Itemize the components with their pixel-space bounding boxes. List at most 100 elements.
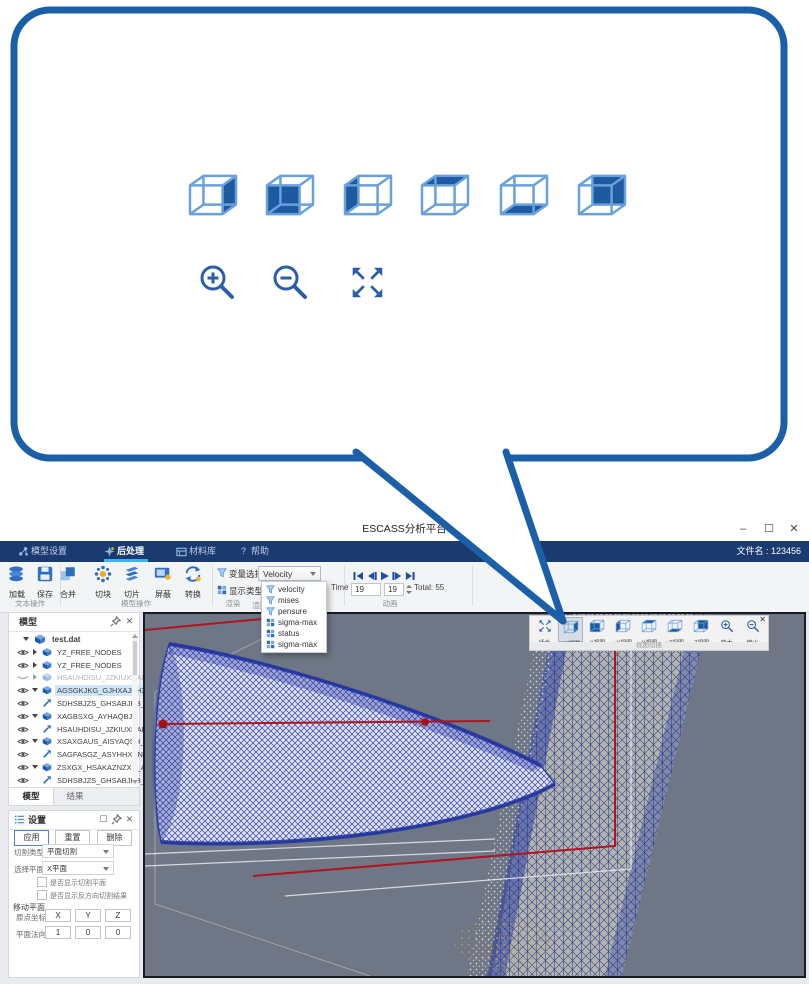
expander-icon[interactable] (33, 674, 37, 680)
slice-button[interactable]: 切片 (117, 565, 147, 600)
dropdown-item[interactable]: mises (262, 595, 326, 606)
tree-close-icon[interactable]: ✕ (124, 616, 135, 627)
scrollbar-thumb[interactable] (133, 641, 137, 675)
normal-y-input[interactable] (75, 926, 101, 939)
menu-help[interactable]: 帮助 (251, 541, 269, 562)
tree-item[interactable]: YZ_FREE_NODES (9, 646, 139, 659)
tab-model[interactable]: 模型 (9, 788, 54, 805)
time-input[interactable] (351, 583, 381, 596)
dropdown-item[interactable]: velocity (262, 584, 326, 595)
minus-z-view-button[interactable]: -Z视图 (688, 617, 713, 642)
minimize-button[interactable]: – (733, 518, 753, 541)
visibility-eye-icon[interactable] (17, 776, 29, 785)
visibility-eye-icon[interactable] (17, 763, 29, 772)
tree-item-label[interactable]: HSAUHDISU_JZKIUXHAHX (55, 724, 154, 735)
show-reverse-cut-checkbox[interactable] (37, 890, 47, 900)
tree-item[interactable]: ZSXGX_HSAKAZNZXK_AHASX (9, 761, 139, 774)
tab-results[interactable]: 结果 (53, 788, 97, 805)
dropdown-item[interactable]: sigma-max (262, 617, 326, 628)
cut-block-button[interactable]: 切块 (88, 565, 118, 600)
expander-icon[interactable] (33, 662, 37, 668)
play-button[interactable] (379, 568, 391, 579)
mask-button[interactable]: 屏蔽 (148, 565, 178, 600)
visibility-eye-icon[interactable] (17, 750, 29, 759)
close-button[interactable]: ✕ (784, 518, 804, 541)
tree-item-label[interactable]: HSAUHDISU_JZKIUXHAHX (55, 672, 154, 683)
menu-material-library[interactable]: 材料库 (189, 541, 216, 562)
fit-view-button[interactable]: 适合 (532, 617, 557, 642)
normal-x-input[interactable] (45, 926, 71, 939)
load-button[interactable]: 加载 (2, 565, 32, 600)
maximize-button[interactable]: ☐ (759, 518, 779, 541)
expander-icon[interactable] (23, 637, 29, 641)
dropdown-item[interactable]: status (262, 628, 326, 639)
tree-item[interactable]: XAGBSXG_AYHAQBJ (9, 710, 139, 723)
variable-select-button[interactable]: 变量选择 (217, 568, 263, 580)
zoom-in-button[interactable]: 放大 (714, 617, 739, 642)
visibility-eye-icon[interactable] (17, 648, 29, 657)
merge-button[interactable]: 合并 (53, 565, 83, 600)
origin-y-input[interactable] (75, 909, 101, 922)
tree-item[interactable]: SDHSBJZS_GHSABJHB_ZAHU (9, 774, 139, 787)
viewport-3d[interactable]: 适合 +X视图 -X视图 +Y视图 -Y视图 +Z视图 -Z视图 放大 缩小 ✕… (143, 612, 806, 978)
visibility-eye-icon[interactable] (17, 661, 29, 670)
tree-item[interactable]: HSAUHDISU_JZKIUXHAHX (9, 671, 139, 684)
tree-item[interactable]: SAGFASGZ_ASYHHXSN (9, 748, 139, 761)
restore-icon[interactable]: ☐ (98, 814, 109, 825)
visibility-eye-icon[interactable] (17, 699, 29, 708)
tree-item[interactable]: YZ_FREE_NODES (9, 659, 139, 672)
spinner-up-icon[interactable] (406, 585, 412, 588)
toolbar-close-icon[interactable]: ✕ (759, 616, 766, 624)
dropdown-item[interactable]: sigma-max (262, 639, 326, 650)
plane-select[interactable]: X平面 (42, 861, 114, 875)
display-type-button[interactable]: 显示类型 (217, 585, 263, 597)
cut-type-select[interactable]: 平面切割 (42, 844, 114, 858)
tree-scrollbar[interactable] (132, 633, 138, 785)
menu-model-settings[interactable]: 模型设置 (31, 541, 67, 562)
plane-value: X平面 (47, 864, 67, 873)
minus-y-view-button[interactable]: -Y视图 (636, 617, 661, 642)
normal-z-input[interactable] (105, 926, 131, 939)
skip-last-button[interactable] (405, 568, 417, 579)
step-back-button[interactable] (366, 568, 378, 579)
tree-item-selected[interactable]: AGSGKJKG_GJHXAJKHXA (9, 684, 139, 697)
plus-y-view-button[interactable]: +Y视图 (610, 617, 635, 642)
expander-icon[interactable] (32, 765, 38, 769)
expander-icon[interactable] (32, 688, 38, 692)
visibility-eye-icon[interactable] (17, 725, 29, 734)
visibility-eye-icon[interactable] (17, 737, 29, 746)
visibility-eye-icon[interactable] (17, 712, 29, 721)
expander-icon[interactable] (33, 649, 37, 655)
tree-item[interactable]: XSAXGAUS_AISYAQSH_ASHX (9, 735, 139, 748)
plus-x-view-button[interactable]: +X视图 (558, 617, 583, 642)
pin-icon[interactable] (111, 814, 122, 825)
dropdown-item[interactable]: pensure (262, 606, 326, 617)
settings-close-icon[interactable]: ✕ (124, 814, 135, 825)
tree-item[interactable]: HSAUHDISU_JZKIUXHAHX (9, 723, 139, 736)
frame-spinner-input[interactable] (384, 583, 404, 596)
tree-item[interactable]: SDHSBJZS_GHSABJHB_ZAHU (9, 697, 139, 710)
visibility-eye-icon[interactable] (17, 686, 29, 695)
convert-button[interactable]: 转换 (178, 565, 208, 600)
minus-x-view-button[interactable]: -X视图 (584, 617, 609, 642)
tree-item-root[interactable]: test.dat (9, 633, 139, 646)
plus-z-view-button[interactable]: +Z视图 (662, 617, 687, 642)
tree-item-label[interactable]: YZ_FREE_NODES (55, 647, 124, 658)
scroll-down-icon[interactable] (132, 780, 138, 784)
skip-first-button[interactable] (353, 568, 365, 579)
show-cut-plane-checkbox[interactable] (37, 877, 47, 887)
spinner-down-icon[interactable] (406, 591, 412, 594)
expander-icon[interactable] (32, 714, 38, 718)
origin-z-input[interactable] (105, 909, 131, 922)
visibility-eye-off-icon[interactable] (17, 673, 29, 682)
variable-combobox[interactable]: Velocity (258, 566, 321, 581)
scroll-up-icon[interactable] (132, 634, 138, 638)
expander-icon[interactable] (32, 739, 38, 743)
tree-item-label[interactable]: test.dat (50, 634, 82, 645)
origin-x-input[interactable] (45, 909, 71, 922)
tree-item-label[interactable]: YZ_FREE_NODES (55, 660, 124, 671)
tree-item-label[interactable]: AGSGKJKG_GJHXAJKHXA (55, 685, 154, 696)
pin-icon[interactable] (110, 616, 121, 627)
tree-item-label[interactable]: XAGBSXG_AYHAQBJ (55, 711, 134, 722)
step-forward-button[interactable] (392, 568, 404, 579)
